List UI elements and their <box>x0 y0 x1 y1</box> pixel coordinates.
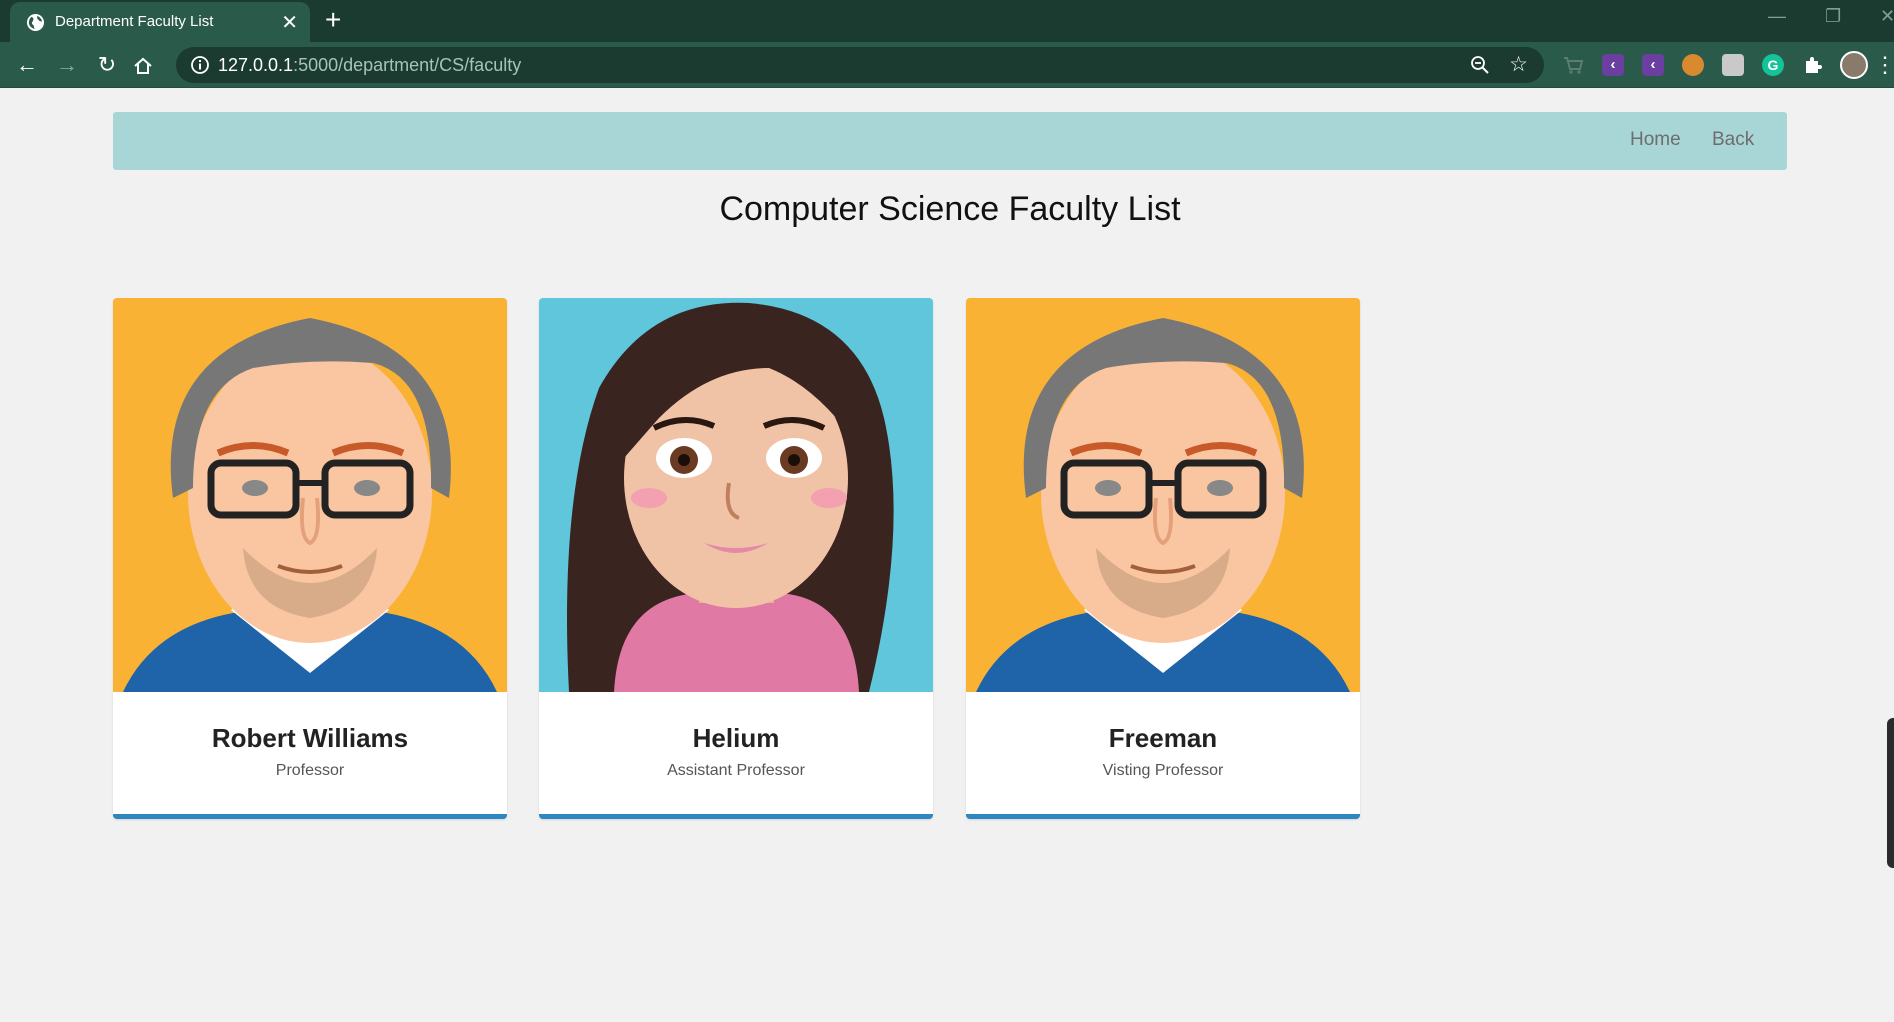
cart-extension-icon[interactable] <box>1562 54 1584 76</box>
menu-kebab-icon[interactable]: ⋮ <box>1874 50 1894 80</box>
page-navbar: Home Back <box>113 112 1787 170</box>
back-link[interactable]: Back <box>1712 129 1754 151</box>
male-avatar-image <box>113 298 507 692</box>
k-extension-icon-2[interactable]: ‹ <box>1642 54 1664 76</box>
globe-icon <box>26 13 45 32</box>
close-window-icon[interactable]: ✕ <box>1880 6 1894 27</box>
close-tab-icon[interactable]: ✕ <box>281 10 298 35</box>
faculty-name: Freeman <box>1108 723 1218 753</box>
minimize-icon[interactable]: — <box>1768 6 1786 27</box>
faculty-name: Robert Williams <box>211 723 409 753</box>
forward-arrow-icon[interactable]: → <box>52 50 82 80</box>
male-avatar-image <box>966 298 1360 692</box>
grey-extension-icon[interactable] <box>1722 54 1744 76</box>
home-icon[interactable] <box>133 56 153 76</box>
faculty-card[interactable]: Freeman Visting Professor <box>966 298 1360 819</box>
reload-icon[interactable]: ↻ <box>92 50 122 80</box>
url-host: 127.0.0.1 <box>218 55 294 75</box>
faculty-role: Professor <box>275 762 345 779</box>
url-path: :5000/department/CS/faculty <box>293 55 522 75</box>
bookmark-star-icon[interactable]: ☆ <box>1509 52 1528 77</box>
browser-tab[interactable]: Department Faculty List ✕ <box>10 2 310 42</box>
restore-icon[interactable]: ❐ <box>1825 6 1841 27</box>
zoom-out-icon[interactable] <box>1470 55 1490 75</box>
home-link[interactable]: Home <box>1630 129 1681 151</box>
faculty-role: Visting Professor <box>1102 762 1224 779</box>
side-panel-edge <box>1887 718 1894 868</box>
faculty-card[interactable]: Robert Williams Professor <box>113 298 507 819</box>
browser-tab-strip: Department Faculty List ✕ + — ❐ ✕ <box>0 0 1894 42</box>
k-extension-icon[interactable]: ‹ <box>1602 54 1624 76</box>
cookie-extension-icon[interactable] <box>1682 54 1704 76</box>
profile-avatar[interactable] <box>1840 51 1868 79</box>
grammarly-icon[interactable]: G <box>1762 54 1784 76</box>
faculty-card[interactable]: Helium Assistant Professor <box>539 298 933 819</box>
faculty-name: Helium <box>692 723 780 753</box>
address-bar[interactable]: 127.0.0.1:5000/department/CS/faculty ☆ <box>176 47 1544 83</box>
new-tab-icon[interactable]: + <box>325 6 341 34</box>
page-title: Computer Science Faculty List <box>719 190 1181 228</box>
url-text: 127.0.0.1:5000/department/CS/faculty <box>218 55 521 76</box>
faculty-role: Assistant Professor <box>667 762 805 779</box>
back-arrow-icon[interactable]: ← <box>12 50 42 80</box>
tab-title: Department Faculty List <box>55 13 214 30</box>
puzzle-extensions-icon[interactable] <box>1802 54 1824 76</box>
browser-toolbar: ← → ↻ 127.0.0.1:5000/department/CS/facul… <box>0 42 1894 88</box>
female-avatar-image <box>539 298 933 692</box>
site-info-icon[interactable] <box>190 55 210 75</box>
